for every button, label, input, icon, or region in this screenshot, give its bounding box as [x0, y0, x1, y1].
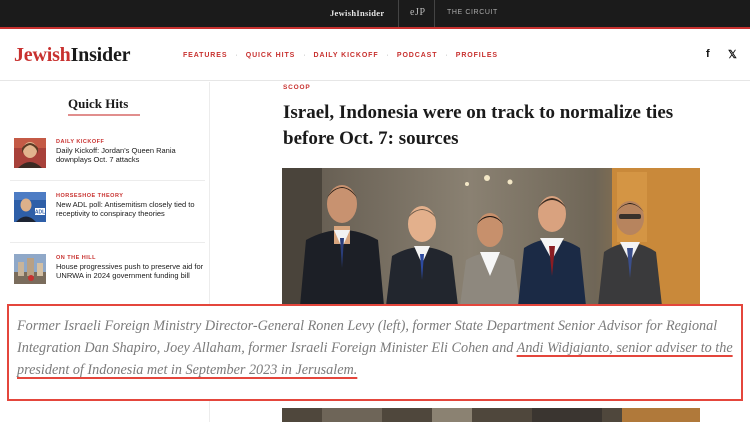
nav-quick-hits[interactable]: QUICK HITS: [246, 52, 295, 59]
article-kicker[interactable]: SCOOP: [283, 84, 310, 91]
svg-text:ADL: ADL: [35, 210, 45, 216]
list-divider: [10, 242, 205, 243]
quick-hit-kicker[interactable]: HORSESHOE THEORY: [56, 192, 206, 200]
photo-caption: Former Israeli Foreign Ministry Director…: [17, 315, 737, 381]
quick-hit-thumbnail: ADL: [14, 192, 46, 222]
network-link-ejp[interactable]: eJP: [410, 7, 426, 18]
quick-hit-thumbnail: [14, 138, 46, 168]
facebook-icon[interactable]: f: [706, 48, 710, 60]
logo-insider: Insider: [70, 44, 131, 66]
accent-line: [0, 27, 750, 29]
nav-separator: ·: [445, 52, 448, 59]
nav-separator: ·: [235, 52, 238, 59]
article-headline: Israel, Indonesia were on track to norma…: [283, 102, 674, 149]
network-bar: JewishInsider eJP THE CIRCUIT: [0, 0, 750, 29]
nav-daily-kickoff[interactable]: DAILY KICKOFF: [314, 52, 379, 59]
network-divider: [434, 0, 435, 27]
quick-hits-title[interactable]: Quick Hits: [68, 96, 128, 112]
article-photo: [282, 168, 700, 306]
network-link-jewishinsider[interactable]: JewishInsider: [330, 8, 384, 18]
network-link-the-circuit[interactable]: THE CIRCUIT: [447, 9, 498, 16]
nav-profiles[interactable]: PROFILES: [456, 52, 498, 59]
site-header: JewishInsider FEATURES · QUICK HITS · DA…: [0, 31, 750, 81]
quick-hit-headline[interactable]: New ADL poll: Antisemitism closely tied …: [56, 200, 206, 218]
quick-hit-headline[interactable]: Daily Kickoff: Jordan's Queen Rania down…: [56, 146, 206, 164]
network-divider: [398, 0, 399, 27]
nav-podcast[interactable]: PODCAST: [397, 52, 438, 59]
nav-separator: ·: [303, 52, 306, 59]
quick-hit-kicker[interactable]: DAILY KICKOFF: [56, 138, 206, 146]
quick-hit-headline[interactable]: House progressives push to preserve aid …: [56, 262, 206, 280]
nav-separator: ·: [386, 52, 389, 59]
caption-highlight-box: Former Israeli Foreign Ministry Director…: [7, 304, 743, 401]
quick-hit-thumbnail: [14, 254, 46, 284]
title-underline: [68, 114, 140, 116]
nav-features[interactable]: FEATURES: [183, 52, 227, 59]
quick-hit-kicker[interactable]: ON THE HILL: [56, 254, 206, 262]
list-divider: [10, 180, 205, 181]
main-nav: FEATURES · QUICK HITS · DAILY KICKOFF · …: [183, 52, 498, 59]
logo-jewish: Jewish: [14, 44, 71, 66]
twitter-icon[interactable]: 𝕏: [728, 48, 737, 61]
photo-continuation: [282, 408, 700, 422]
site-logo[interactable]: JewishInsider: [14, 44, 131, 67]
